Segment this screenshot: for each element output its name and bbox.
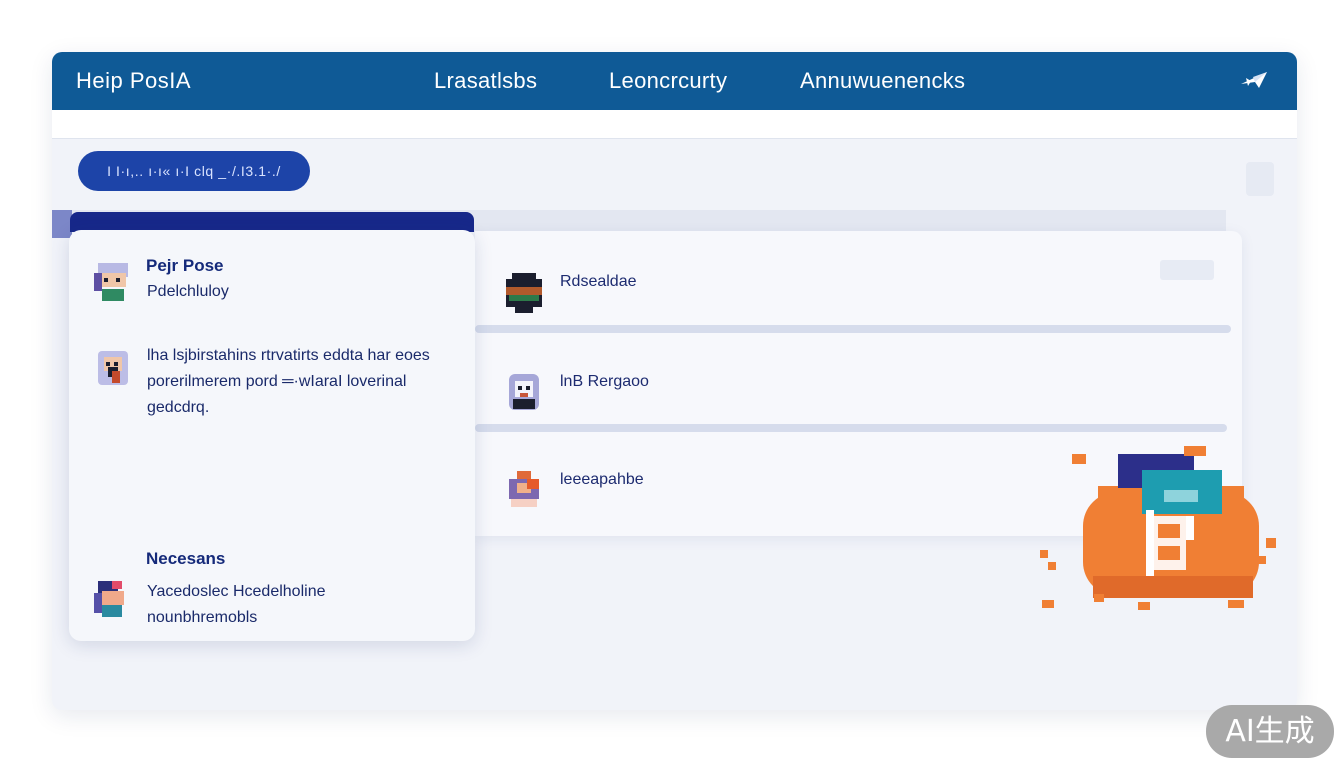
nav-item-2[interactable]: Leoncrcurty xyxy=(609,68,727,94)
post-title[interactable]: Necesans xyxy=(146,549,225,569)
app-window: Heip PosIA Lrasatlsbs Leoncrcurty Annuwu… xyxy=(52,52,1297,710)
post-title[interactable]: Pejr Pose xyxy=(146,256,224,276)
bitcoin-coin-icon xyxy=(1038,446,1284,614)
filter-pill-button[interactable]: I I·ı,.. ı·ı« ı·I clq _·/.I3.1·./ xyxy=(78,151,310,191)
post-text: lha lsjbirstahins rtrvatirts eddta har e… xyxy=(147,347,430,416)
feed-divider xyxy=(475,325,1231,333)
user-avatar-icon[interactable] xyxy=(92,349,134,391)
brand-title[interactable]: Heip PosIA xyxy=(76,68,191,94)
nav-item-1[interactable]: Lrasatlsbs xyxy=(434,68,537,94)
feed-item-label[interactable]: leeeapahbe xyxy=(560,471,644,489)
feed-item-label[interactable]: Rdsealdae xyxy=(560,273,637,291)
feed-divider xyxy=(475,424,1227,432)
faded-tag xyxy=(1160,260,1214,280)
nav-item-3[interactable]: Annuwuenencks xyxy=(800,68,965,94)
ai-generated-watermark: AI生成 xyxy=(1206,705,1334,758)
top-navigation-bar: Heip PosIA Lrasatlsbs Leoncrcurty Annuwu… xyxy=(52,52,1297,110)
user-avatar-icon[interactable] xyxy=(92,261,134,303)
faded-options-button[interactable] xyxy=(1246,162,1274,196)
panel-accent xyxy=(52,210,72,238)
paper-plane-icon[interactable] xyxy=(1237,64,1273,98)
user-avatar-icon[interactable] xyxy=(92,579,134,621)
feed-item-label[interactable]: lnB Rergaoo xyxy=(560,373,649,391)
secondary-bar xyxy=(52,110,1297,139)
user-avatar-icon[interactable] xyxy=(503,272,545,314)
post-text: Pdelchluloy xyxy=(147,283,229,300)
user-avatar-icon[interactable] xyxy=(503,371,545,413)
user-avatar-icon[interactable] xyxy=(503,469,545,511)
posts-panel-header xyxy=(70,212,474,232)
post-text: Yacedoslec Hcedelholine nounbhremobls xyxy=(147,583,326,626)
